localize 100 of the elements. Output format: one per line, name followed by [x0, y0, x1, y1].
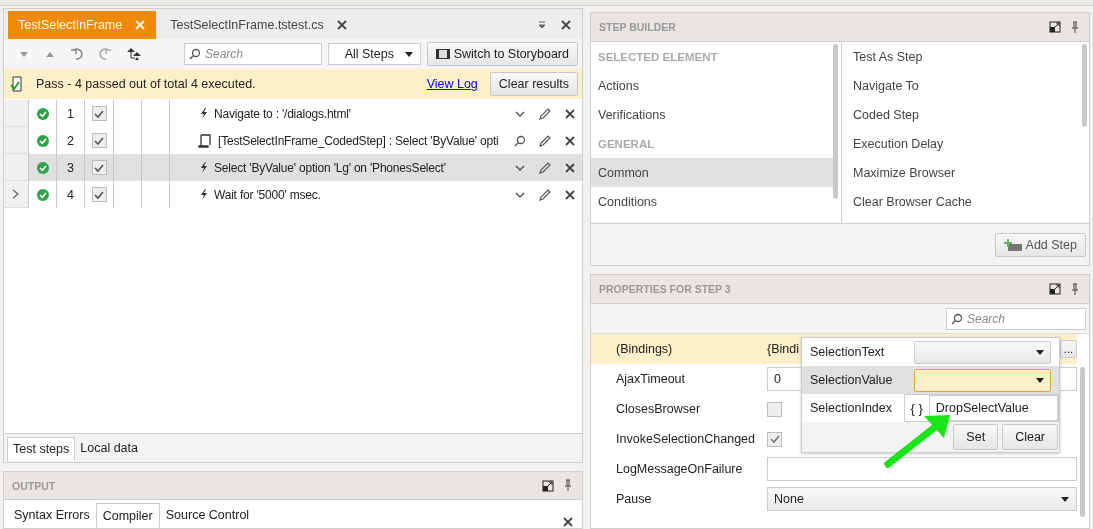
check-icon	[94, 162, 104, 173]
step-type-item[interactable]: Navigate To	[846, 71, 1082, 100]
delete-icon[interactable]	[563, 161, 576, 174]
steps-filter-dropdown[interactable]: All Steps	[328, 43, 421, 65]
step-description: Select 'ByValue' option 'Lg' on 'PhonesSelect'	[214, 160, 446, 175]
binding-name: SelectionText	[810, 345, 886, 359]
close-icon[interactable]	[560, 19, 572, 31]
panel-title: OUTPUT	[12, 479, 57, 492]
step-row[interactable]: 3 Select 'ByValue' option 'Lg' on 'PhonesSelect'	[4, 154, 582, 181]
category-item[interactable]: Conditions	[591, 187, 833, 216]
output-tab[interactable]: Syntax Errors	[8, 503, 96, 528]
enabled-checkbox[interactable]	[91, 187, 107, 202]
script-icon	[198, 133, 212, 148]
category-item[interactable]: Common	[591, 158, 833, 187]
property-name: Pause	[615, 492, 653, 506]
binding-name: SelectionIndex	[810, 401, 893, 415]
dropdown-arrow-icon	[1060, 495, 1070, 503]
step-description: [TestSelectInFrame_CodedStep] : Select 'ByValue' opti	[218, 133, 499, 148]
bottom-tab[interactable]: Local data	[75, 437, 143, 461]
step-type-item[interactable]: Test As Step	[846, 42, 1082, 71]
property-name: InvokeSelectionChanged	[615, 432, 756, 446]
enabled-checkbox[interactable]	[91, 106, 107, 121]
step-number: 1	[57, 100, 85, 127]
pin-icon[interactable]	[562, 479, 574, 492]
variable-field[interactable]: DropSelectValue	[928, 395, 1058, 421]
lightning-icon	[198, 107, 208, 120]
search-field[interactable]: Search	[184, 43, 322, 65]
enabled-checkbox[interactable]	[91, 160, 107, 175]
lightning-icon	[198, 188, 208, 201]
editor-tab[interactable]: TestSelectInFrame.tstest.cs	[160, 11, 358, 39]
property-name: (Bindings)	[615, 342, 674, 356]
step-type-item[interactable]: Coded Step	[846, 100, 1082, 129]
storyboard-icon	[435, 48, 450, 60]
property-value: {Bindi	[767, 342, 799, 356]
edit-icon[interactable]	[537, 187, 552, 202]
close-icon[interactable]	[335, 19, 348, 31]
delete-icon[interactable]	[563, 188, 576, 201]
pin-icon[interactable]	[1069, 20, 1081, 34]
property-checkbox[interactable]	[767, 401, 782, 417]
scrollbar[interactable]	[1082, 44, 1087, 127]
enabled-checkbox[interactable]	[91, 133, 107, 148]
check-icon	[769, 434, 780, 444]
category-header: GENERAL	[597, 136, 656, 152]
add-step-button[interactable]: Add Step	[994, 232, 1086, 257]
maximize-icon[interactable]	[1049, 283, 1061, 295]
tree-icon[interactable]	[126, 47, 142, 61]
search-field[interactable]: Search	[946, 307, 1086, 330]
category-item[interactable]: Actions	[591, 71, 833, 100]
dropdown-arrow-icon	[403, 50, 414, 58]
lightning-icon	[198, 161, 208, 174]
step-description: Navigate to : '/dialogs.html'	[214, 106, 351, 121]
popup-button[interactable]: Set	[953, 424, 999, 450]
edit-icon[interactable]	[537, 133, 552, 148]
switch-to-storyboard-button[interactable]: Switch to Storyboard	[426, 42, 578, 66]
check-icon	[94, 189, 104, 200]
edit-icon[interactable]	[537, 160, 552, 175]
search-icon[interactable]	[513, 134, 526, 147]
check-icon	[94, 108, 104, 119]
panel-title: STEP BUILDER	[599, 21, 677, 33]
search-icon	[189, 48, 201, 60]
variable-toggle[interactable]: { }	[910, 400, 923, 416]
pass-document-icon	[10, 76, 24, 92]
category-item[interactable]: Verifications	[591, 100, 833, 129]
delete-icon[interactable]	[563, 134, 576, 147]
output-tab[interactable]: Compiler	[95, 503, 160, 528]
bottom-tab[interactable]: Test steps	[7, 437, 76, 461]
category-header: SELECTED ELEMENT	[597, 49, 719, 65]
edit-icon[interactable]	[537, 106, 552, 121]
dropdown-icon[interactable]	[536, 19, 548, 31]
step-row[interactable]: 1 Navigate to : '/dialogs.html'	[4, 100, 582, 127]
step-number: 4	[57, 181, 85, 208]
add-step-icon	[1003, 238, 1022, 251]
undo-icon[interactable]	[70, 47, 84, 61]
delete-icon[interactable]	[563, 107, 576, 120]
result-message: Pass - 4 passed out of total 4 executed.	[36, 77, 257, 91]
view-log-link[interactable]: View Log	[426, 77, 478, 91]
step-type-item[interactable]: Maximize Browser	[846, 158, 1082, 187]
panel-title: PROPERTIES FOR STEP 3	[599, 283, 732, 295]
property-dropdown[interactable]: None	[767, 487, 1077, 511]
scrollbar[interactable]	[1080, 367, 1085, 517]
property-field[interactable]	[767, 457, 1077, 481]
pin-icon[interactable]	[1069, 282, 1081, 296]
maximize-icon[interactable]	[1049, 21, 1061, 33]
scrollbar[interactable]	[833, 44, 838, 199]
step-type-item[interactable]: Execution Delay	[846, 129, 1082, 158]
property-checkbox[interactable]	[767, 431, 782, 447]
property-name: ClosesBrowser	[615, 402, 702, 416]
check-icon	[94, 135, 104, 146]
property-name: AjaxTimeout	[615, 372, 686, 386]
step-type-item[interactable]: Clear Browser Cache	[846, 187, 1082, 216]
property-name: LogMessageOnFailure	[615, 462, 744, 476]
clear-results-button[interactable]: Clear results	[489, 72, 578, 96]
maximize-icon[interactable]	[542, 479, 554, 492]
search-icon	[951, 312, 963, 325]
step-row[interactable]: 4 Wait for '5000' msec.	[4, 181, 582, 208]
popup-button[interactable]: Clear	[1002, 424, 1058, 450]
step-description: Wait for '5000' msec.	[214, 187, 321, 202]
dropdown-arrow-icon	[1035, 348, 1045, 356]
output-tab[interactable]: Source Control	[159, 503, 256, 528]
close-icon[interactable]	[562, 516, 574, 528]
